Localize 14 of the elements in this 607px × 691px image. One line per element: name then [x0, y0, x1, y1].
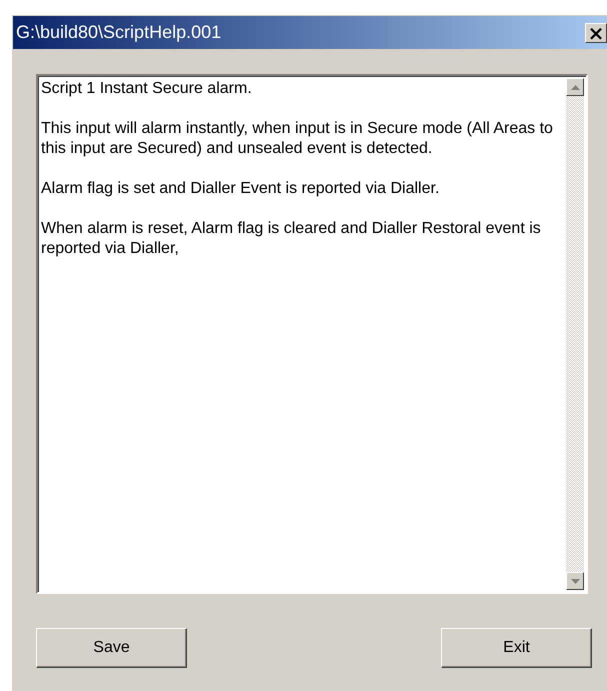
down-arrow-icon	[570, 578, 580, 584]
help-text-area[interactable]	[36, 74, 588, 594]
up-arrow-icon	[570, 84, 580, 90]
save-button[interactable]: Save	[36, 628, 187, 668]
help-paragraph: Alarm flag is set and Dialler Event is reported via Dialler.	[41, 179, 440, 199]
scroll-down-button[interactable]	[566, 572, 584, 590]
window-title: G:\build80\ScriptHelp.001	[16, 22, 222, 43]
help-paragraph: When alarm is reset, Alarm flag is cleared and Dialler Restoral event is reported via Dialler,	[41, 219, 542, 259]
exit-button[interactable]: Exit	[441, 628, 592, 668]
scrollbar[interactable]	[566, 78, 584, 590]
close-button[interactable]: ×	[585, 22, 607, 42]
help-paragraph: Script 1 Instant Secure alarm.	[41, 79, 253, 99]
help-paragraph: This input will alarm instantly, when input is in Secure mode (All Areas to this input are Secured) and unsealed event is detected.	[41, 119, 554, 159]
scroll-up-button[interactable]	[566, 78, 584, 96]
